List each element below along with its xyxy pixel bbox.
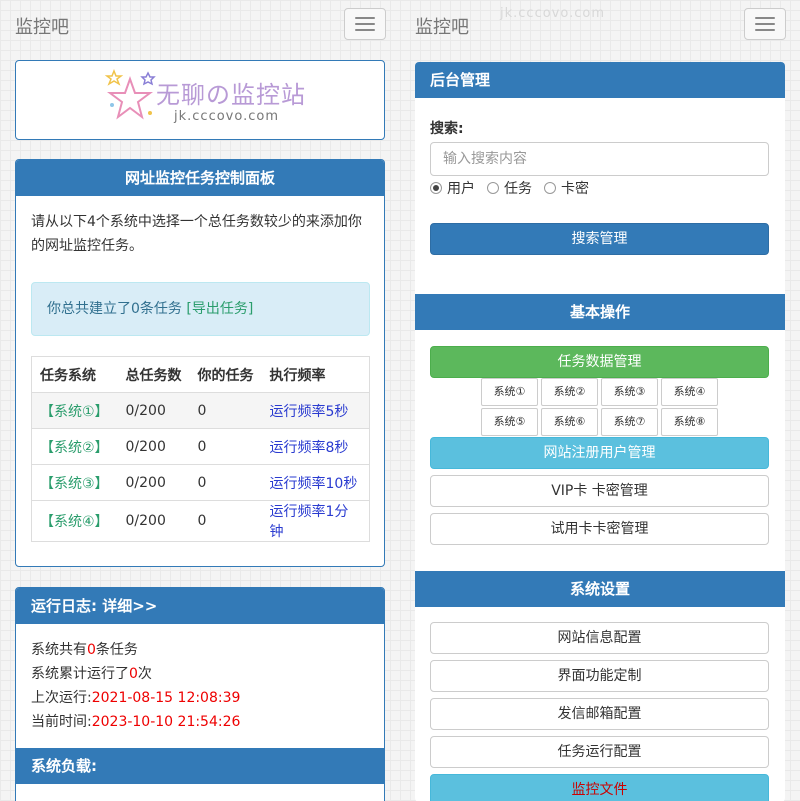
total-cell: 0/200 bbox=[117, 392, 190, 429]
site-logo: 无聊の监控站 jk.cccovo.com bbox=[104, 69, 324, 133]
frequency-link[interactable]: 运行频率10秒 bbox=[270, 476, 358, 492]
total-cell: 0/200 bbox=[117, 464, 190, 501]
vip-card-button[interactable]: VIP卡 卡密管理 bbox=[430, 475, 769, 507]
left-column: 监控吧 无聊の监控站 jk.cccovo.com 网址监控任务控制面板 请从以下… bbox=[0, 0, 400, 801]
log-line: 系统累计运行了0次 bbox=[31, 666, 152, 682]
system-link[interactable]: 【系统④】 bbox=[40, 514, 109, 530]
radio-checked-icon bbox=[430, 182, 442, 194]
radio-icon bbox=[487, 182, 499, 194]
site-info-button[interactable]: 网站信息配置 bbox=[430, 622, 769, 654]
frequency-link[interactable]: 运行频率1分钟 bbox=[270, 504, 349, 540]
system-link[interactable]: 【系统②】 bbox=[40, 440, 109, 456]
logo-card: 无聊の监控站 jk.cccovo.com bbox=[15, 60, 385, 140]
system-load-header: 系统负载: bbox=[16, 748, 384, 784]
log-line: 上次运行:2021-08-15 12:08:39 bbox=[31, 690, 241, 706]
stars-icon bbox=[104, 69, 156, 120]
radio-card[interactable]: 卡密 bbox=[544, 178, 589, 198]
alert-text: 你总共建立了0条任务 bbox=[47, 301, 187, 317]
right-navbar: 监控吧 jk.cccovo.com bbox=[400, 0, 800, 50]
task-systems-table: 任务系统 总任务数 你的任务 执行频率 【系统①】 0/200 0 运行频率5秒… bbox=[31, 356, 370, 542]
mail-config-button[interactable]: 发信邮箱配置 bbox=[430, 698, 769, 730]
menu-toggle-button[interactable] bbox=[744, 8, 786, 40]
system-button[interactable]: 系统⑦ bbox=[601, 408, 658, 436]
column-header: 执行频率 bbox=[261, 356, 370, 393]
system-button[interactable]: 系统③ bbox=[601, 378, 658, 406]
mine-cell: 0 bbox=[189, 464, 262, 501]
total-cell: 0/200 bbox=[117, 428, 190, 465]
task-count-alert: 你总共建立了0条任务 [导出任务] bbox=[31, 282, 370, 336]
search-label: 搜索: bbox=[430, 121, 464, 137]
radio-icon bbox=[544, 182, 556, 194]
system-button[interactable]: 系统⑤ bbox=[481, 408, 538, 436]
log-title-link[interactable]: 运行日志: 详细>> bbox=[16, 588, 384, 624]
system-button[interactable]: 系统② bbox=[541, 378, 598, 406]
frequency-link[interactable]: 运行频率8秒 bbox=[270, 440, 349, 456]
intro-text: 请从以下4个系统中选择一个总任务数较少的来添加你的网址监控任务。 bbox=[31, 214, 362, 254]
hamburger-icon bbox=[355, 17, 375, 19]
logo-subtitle: jk.cccovo.com bbox=[174, 109, 279, 124]
run-count-value: 0 bbox=[129, 666, 138, 682]
logo-title: 无聊の监控站 bbox=[156, 81, 306, 109]
table-row: 【系统④】 0/200 0 运行频率1分钟 bbox=[31, 500, 370, 542]
task-control-panel: 网址监控任务控制面板 请从以下4个系统中选择一个总任务数较少的来添加你的网址监控… bbox=[15, 159, 385, 567]
search-input[interactable] bbox=[430, 142, 769, 176]
brand-title[interactable]: 监控吧 bbox=[415, 13, 469, 39]
system-link[interactable]: 【系统①】 bbox=[40, 404, 109, 420]
mine-cell: 0 bbox=[189, 392, 262, 429]
brand-title[interactable]: 监控吧 bbox=[15, 13, 69, 39]
log-line: 当前时间:2023-10-10 21:54:26 bbox=[31, 714, 241, 730]
watermark: jk.cccovo.com bbox=[500, 6, 605, 21]
system-button[interactable]: 系统④ bbox=[661, 378, 718, 406]
task-data-button[interactable]: 任务数据管理 bbox=[430, 346, 769, 378]
mine-cell: 0 bbox=[189, 500, 262, 542]
system-button[interactable]: 系统⑧ bbox=[661, 408, 718, 436]
table-row: 【系统②】 0/200 0 运行频率8秒 bbox=[31, 428, 370, 465]
ui-custom-button[interactable]: 界面功能定制 bbox=[430, 660, 769, 692]
current-time-value: 2023-10-10 21:54:26 bbox=[91, 714, 241, 730]
search-manage-button[interactable]: 搜索管理 bbox=[430, 223, 769, 255]
column-header: 任务系统 bbox=[31, 356, 118, 393]
system-link[interactable]: 【系统③】 bbox=[40, 476, 109, 492]
table-header-row: 任务系统 总任务数 你的任务 执行频率 bbox=[31, 356, 370, 393]
search-type-radios: 用户 任务 卡密 bbox=[430, 178, 589, 198]
table-row: 【系统①】 0/200 0 运行频率5秒 bbox=[31, 392, 370, 429]
hamburger-icon bbox=[755, 17, 775, 19]
system-settings-title: 系统设置 bbox=[415, 571, 785, 607]
monitor-files-button[interactable]: 监控文件 bbox=[430, 774, 769, 801]
system-button[interactable]: 系统① bbox=[481, 378, 538, 406]
frequency-link[interactable]: 运行频率5秒 bbox=[270, 404, 349, 420]
radio-user[interactable]: 用户 bbox=[430, 178, 475, 198]
menu-toggle-button[interactable] bbox=[344, 8, 386, 40]
table-row: 【系统③】 0/200 0 运行频率10秒 bbox=[31, 464, 370, 501]
export-tasks-link[interactable]: [导出任务] bbox=[186, 301, 253, 317]
run-log-panel: 运行日志: 详细>> 系统共有0条任务 系统累计运行了0次 上次运行:2021-… bbox=[15, 587, 385, 801]
task-total-value: 0 bbox=[87, 642, 96, 658]
column-header: 总任务数 bbox=[117, 356, 190, 393]
registered-users-button[interactable]: 网站注册用户管理 bbox=[430, 437, 769, 469]
column-header: 你的任务 bbox=[189, 356, 262, 393]
panel-title: 网址监控任务控制面板 bbox=[16, 160, 384, 196]
admin-title: 后台管理 bbox=[415, 62, 785, 98]
admin-card: 后台管理 搜索: 用户 任务 卡密 搜索管理 基本操作 任务数据管理 系统① 系… bbox=[415, 62, 785, 801]
left-navbar: 监控吧 bbox=[0, 0, 400, 50]
basic-ops-title: 基本操作 bbox=[415, 294, 785, 330]
system-button[interactable]: 系统⑥ bbox=[541, 408, 598, 436]
task-run-config-button[interactable]: 任务运行配置 bbox=[430, 736, 769, 768]
last-run-value: 2021-08-15 12:08:39 bbox=[91, 690, 241, 706]
trial-card-button[interactable]: 试用卡卡密管理 bbox=[430, 513, 769, 545]
log-line: 系统共有0条任务 bbox=[31, 642, 138, 658]
total-cell: 0/200 bbox=[117, 500, 190, 542]
radio-task[interactable]: 任务 bbox=[487, 178, 532, 198]
mine-cell: 0 bbox=[189, 428, 262, 465]
log-body: 系统共有0条任务 系统累计运行了0次 上次运行:2021-08-15 12:08… bbox=[16, 624, 384, 748]
